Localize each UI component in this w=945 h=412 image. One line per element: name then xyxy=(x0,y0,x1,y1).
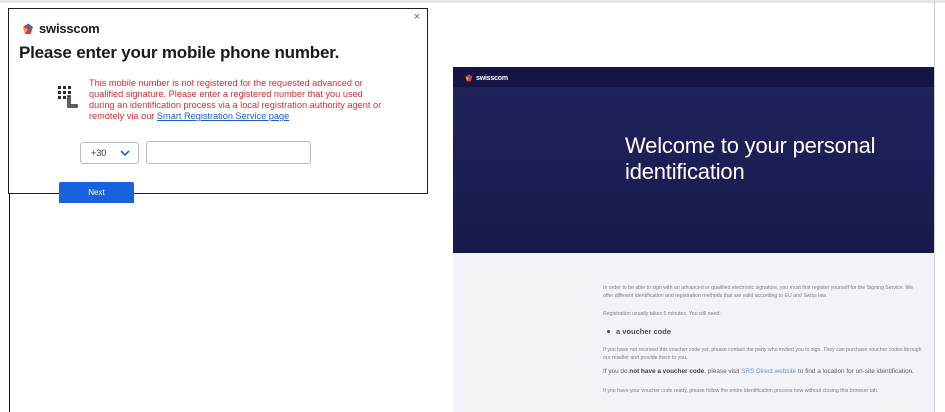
phone-number-input[interactable] xyxy=(146,141,311,164)
close-icon[interactable]: × xyxy=(414,11,420,23)
swisscom-logo: swisscom xyxy=(22,21,100,36)
no-voucher-suffix: to find a location for on-site identific… xyxy=(796,368,914,375)
hero-banner: swisscom Welcome to your personal identi… xyxy=(453,67,934,253)
smart-registration-link[interactable]: Smart Registration Service page xyxy=(157,111,289,121)
phone-keypad-icon xyxy=(58,86,78,108)
phone-number-dialog: × swisscom Please enter your mobile phon… xyxy=(8,8,428,203)
top-bar: swisscom xyxy=(453,67,934,87)
chevron-down-icon xyxy=(120,150,130,157)
registration-note: Registration usually takes 5 minutes. Yo… xyxy=(603,311,721,317)
no-voucher-text: If you do not have a voucher code, pleas… xyxy=(603,368,914,376)
dialog-title: Please enter your mobile phone number. xyxy=(19,43,340,62)
voucher-info: If you have not received this voucher co… xyxy=(603,347,922,361)
intro-text: In order to be able to sign with an adva… xyxy=(603,285,914,299)
list-item-voucher: a voucher code xyxy=(607,327,671,336)
frame-right-line xyxy=(934,0,935,412)
page-swisscom-logo[interactable]: swisscom xyxy=(465,74,508,82)
bullet-icon xyxy=(607,330,610,333)
no-voucher-prefix: If you do xyxy=(603,368,630,375)
country-code-select[interactable]: +30 xyxy=(80,142,139,164)
swisscom-logo-icon xyxy=(465,74,473,82)
next-button[interactable]: Next xyxy=(59,182,134,203)
logo-text: swisscom xyxy=(39,21,100,36)
srs-direct-link[interactable]: SRS Direct website xyxy=(741,368,796,375)
swisscom-logo-icon xyxy=(23,23,33,34)
frame-left-line xyxy=(9,194,10,412)
frame-top xyxy=(0,0,945,3)
country-code-value: +30 xyxy=(91,148,107,158)
hero-title: Welcome to your personal identification xyxy=(625,133,876,184)
identification-page: swisscom Welcome to your personal identi… xyxy=(453,67,934,412)
no-voucher-mid: , please visit xyxy=(704,368,742,375)
page-logo-text: swisscom xyxy=(476,74,508,82)
bullet-text: a voucher code xyxy=(616,327,672,336)
error-message: This mobile number is not registered for… xyxy=(89,78,389,122)
ready-note: If you have your voucher code ready, ple… xyxy=(603,388,879,394)
no-voucher-bold: not have a voucher code xyxy=(629,368,705,375)
